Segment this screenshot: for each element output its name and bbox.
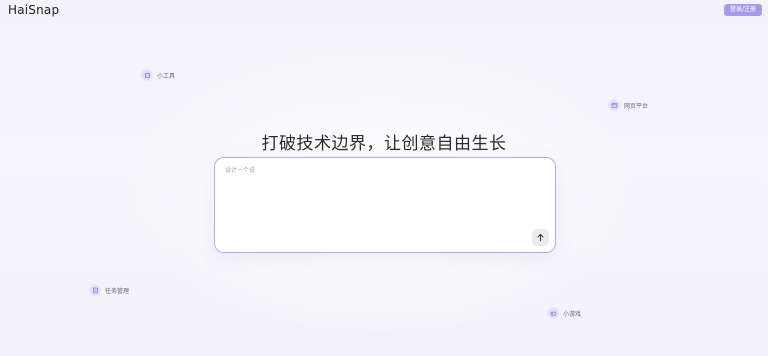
tag-mini-games-label: 小游戏 — [563, 310, 582, 318]
tool-icon — [141, 69, 153, 81]
tag-tools-label: 小工具 — [157, 72, 176, 80]
arrow-up-icon — [537, 233, 544, 242]
tag-web-platform[interactable]: 网页平台 — [608, 99, 648, 111]
prompt-box — [214, 157, 556, 253]
gamepad-icon — [547, 307, 559, 319]
login-register-button[interactable]: 登录/注册 — [723, 4, 762, 16]
send-button[interactable] — [532, 229, 549, 246]
tag-web-platform-label: 网页平台 — [624, 102, 649, 110]
page-headline: 打破技术边界，让创意自由生长 — [261, 134, 507, 154]
tag-task-management[interactable]: 任务管理 — [89, 284, 129, 296]
browser-icon — [608, 99, 620, 111]
tag-task-management-label: 任务管理 — [105, 287, 130, 295]
tag-tools[interactable]: 小工具 — [141, 69, 175, 81]
app-logo[interactable]: HaiSnap — [8, 3, 59, 17]
checklist-icon — [89, 284, 101, 296]
prompt-input[interactable] — [223, 166, 527, 175]
tag-mini-games[interactable]: 小游戏 — [547, 307, 581, 319]
